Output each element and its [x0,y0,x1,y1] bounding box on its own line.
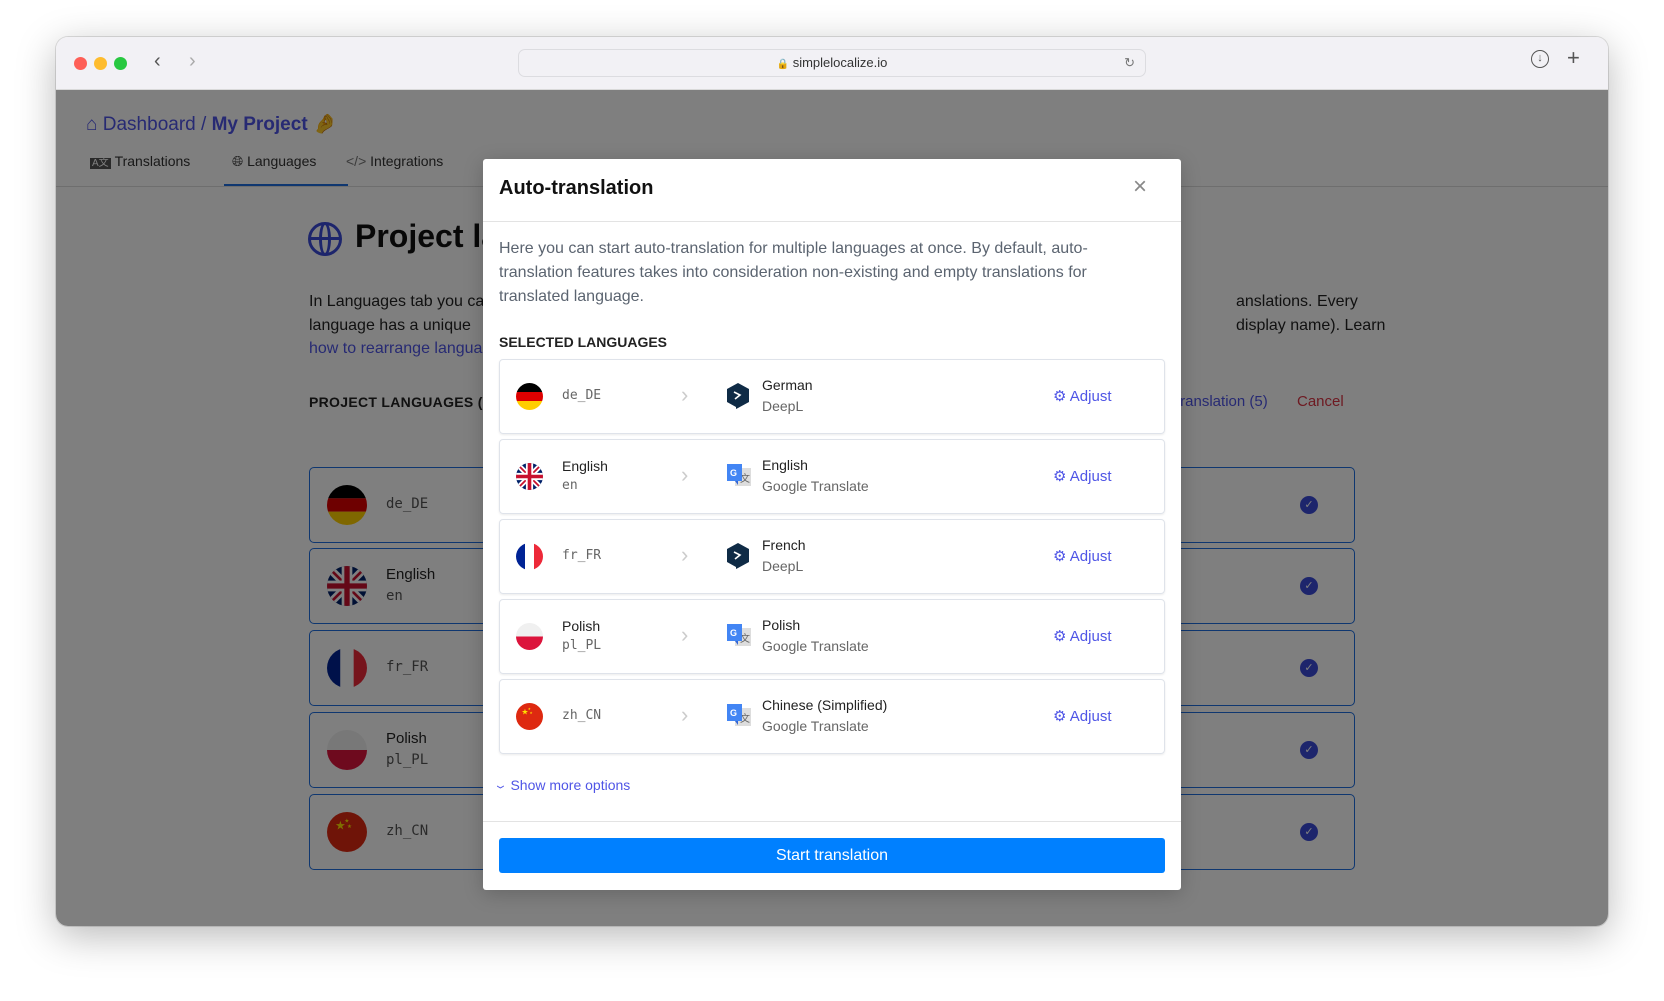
chevron-right-icon: › [681,462,689,487]
svg-text:G: G [730,708,737,718]
translation-provider: Google Translate [762,718,869,734]
flag-de-icon [516,383,543,415]
adjust-label: Adjust [1069,388,1112,405]
target-language: Polish [762,617,801,633]
close-window-button[interactable] [74,57,87,70]
show-more-options-button[interactable]: › Show more options [491,777,631,793]
chevron-right-icon: › [681,542,689,567]
translation-provider: Google Translate [762,638,869,654]
svg-text:G: G [730,468,737,478]
start-translation-button[interactable]: Start translation [499,838,1165,873]
target-language: German [762,377,813,393]
browser-titlebar: ‹ › 🔒 simplelocalize.io ↻ ↓ + [56,37,1608,90]
flag-gb-icon [516,463,543,495]
modal-description: Here you can start auto-translation for … [499,240,1088,305]
new-tab-icon[interactable]: + [1567,45,1580,71]
target-language: French [762,537,806,553]
adjust-label: Adjust [1069,628,1112,645]
source-language-code: en [562,478,578,493]
adjust-button[interactable]: ⚙ Adjust [1053,387,1112,405]
gear-icon: ⚙ [1053,388,1067,405]
address-bar[interactable]: 🔒 simplelocalize.io ↻ [518,49,1146,77]
lock-icon: 🔒 [776,59,790,70]
flag-fr-icon [516,543,543,575]
adjust-label: Adjust [1069,468,1112,485]
deepl-icon [725,382,751,415]
target-language: Chinese (Simplified) [762,697,888,713]
target-language: English [762,457,808,473]
adjust-button[interactable]: ⚙ Adjust [1053,547,1112,565]
gear-icon: ⚙ [1053,628,1067,645]
selected-language-row: ★ ★ ★ zh_CN › 文G Chinese (Simplified) Goog… [499,679,1165,754]
translation-provider: Google Translate [762,478,869,494]
google-translate-icon: 文G [725,462,753,495]
chevron-down-icon: › [491,785,511,789]
adjust-label: Adjust [1069,708,1112,725]
forward-icon[interactable]: › [189,50,196,73]
back-icon[interactable]: ‹ [154,50,161,73]
chevron-right-icon: › [681,382,689,407]
gear-icon: ⚙ [1053,708,1067,725]
source-language-code: zh_CN [562,708,602,723]
footer-divider [483,821,1181,822]
minimize-window-button[interactable] [94,57,107,70]
flag-cn-icon: ★★★ [516,703,543,735]
adjust-button[interactable]: ⚙ Adjust [1053,707,1112,725]
adjust-button[interactable]: ⚙ Adjust [1053,627,1112,645]
download-icon[interactable]: ↓ [1531,50,1549,68]
svg-text:G: G [730,628,737,638]
deepl-icon [725,542,751,575]
selected-language-row: de_DE › German DeepL ⚙ Adjust [499,359,1165,434]
source-language-name: Polish [562,618,601,634]
selected-language-row: Polish pl_PL › 文G Polish Google Translat… [499,599,1165,674]
show-more-label: Show more options [510,777,631,793]
source-language-code: fr_FR [562,548,602,563]
selected-language-row: fr_FR › French DeepL ⚙ Adjust [499,519,1165,594]
chevron-right-icon: › [681,622,689,647]
google-translate-icon: 文G [725,622,753,655]
google-translate-icon: 文G [725,702,753,735]
adjust-label: Adjust [1069,548,1112,565]
adjust-button[interactable]: ⚙ Adjust [1053,467,1112,485]
maximize-window-button[interactable] [114,57,127,70]
gear-icon: ⚙ [1053,548,1067,565]
source-language-code: pl_PL [562,638,602,653]
gear-icon: ⚙ [1053,468,1067,485]
selected-languages-heading: SELECTED LANGUAGES [499,334,668,350]
source-language-name: English [562,458,608,474]
close-icon[interactable]: × [1133,173,1147,201]
chevron-right-icon: › [681,702,689,727]
translation-provider: DeepL [762,398,804,414]
reload-icon[interactable]: ↻ [1124,50,1135,76]
flag-pl-icon [516,623,543,655]
selected-language-row: English en › 文G English Google Translate… [499,439,1165,514]
translation-provider: DeepL [762,558,804,574]
auto-translation-modal: Auto-translation × Here you can start au… [483,159,1181,890]
url-text: simplelocalize.io [792,55,888,70]
header-divider [483,221,1181,222]
modal-title: Auto-translation [499,177,654,199]
source-language-code: de_DE [562,388,602,403]
